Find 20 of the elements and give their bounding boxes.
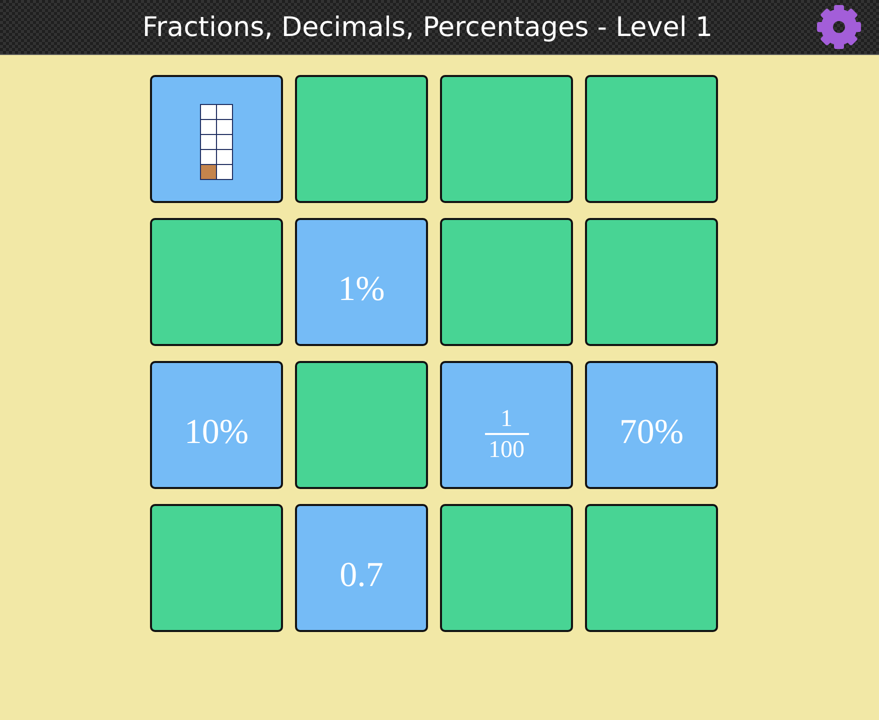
card-back[interactable] [585,75,718,203]
card-back[interactable] [585,218,718,346]
card-back[interactable] [440,504,573,632]
denominator-text: 100 [488,438,524,462]
card-back[interactable] [440,218,573,346]
numerator-text: 1 [500,406,512,430]
card-back[interactable] [295,75,428,203]
memory-card[interactable]: 10% [150,361,283,489]
settings-icon[interactable] [817,5,861,49]
memory-card[interactable]: 1 100 [440,361,573,489]
card-back[interactable] [150,504,283,632]
page-title: Fractions, Decimals, Percentages - Level 1 [141,12,714,42]
memory-card[interactable]: 0.7 [295,504,428,632]
card-back[interactable] [150,218,283,346]
card-back[interactable] [440,75,573,203]
memory-card[interactable] [150,75,283,203]
card-back[interactable] [585,504,718,632]
card-back[interactable] [295,361,428,489]
memory-card[interactable]: 1% [295,218,428,346]
memory-card[interactable]: 70% [585,361,718,489]
